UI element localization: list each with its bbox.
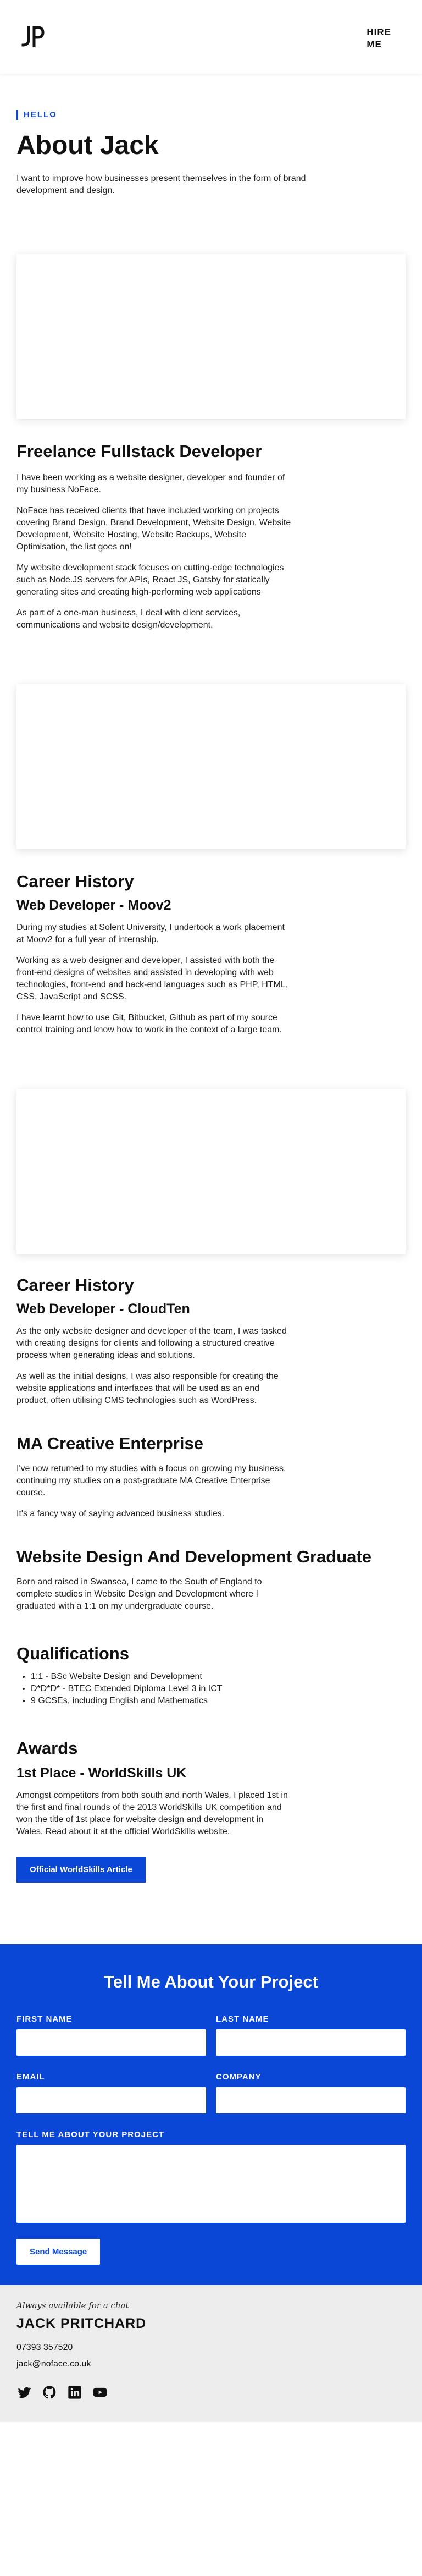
page-title: About Jack [16,131,159,160]
hire-label: HIRE [367,27,391,37]
image-card-2 [16,684,406,849]
qualifications-title: Qualifications [16,1644,129,1663]
ma-p2: It's a fancy way of saying advanced busi… [16,1509,225,1518]
hire-me-link[interactable]: HIRE ME [367,26,391,51]
name-row: FIRST NAME LAST NAME [16,2014,406,2056]
freelance-p3: My website development stack focuses on … [16,563,284,597]
site-footer: Always available for a chat JACK PRITCHA… [0,2285,422,2422]
email-row: EMAIL COMPANY [16,2072,406,2113]
graduate-title: Website Design And Development Graduate [16,1547,371,1566]
hello-eyebrow: HELLO [16,110,406,120]
qualification-item: 9 GCSEs, including English and Mathemati… [31,1695,406,1707]
jp-logo[interactable] [20,25,45,48]
role-moov2: Web Developer - Moov2 [16,898,171,913]
github-icon[interactable] [42,2385,57,2400]
moov2-p2: Working as a web designer and developer,… [16,956,288,1001]
intro-text: I want to improve how businesses present… [16,174,306,195]
freelance-p4: As part of a one-man business, I deal wi… [16,608,241,630]
youtube-icon[interactable] [92,2385,108,2400]
freelance-section: Freelance Fullstack Developer I have bee… [16,441,406,631]
company-input[interactable] [216,2087,406,2113]
first-name-input[interactable] [16,2029,206,2056]
career-title-1: Career History [16,872,134,891]
qualifications-list: 1:1 - BSc Website Design and Development… [16,1671,406,1707]
linkedin-icon[interactable] [67,2385,82,2400]
last-name-field: LAST NAME [216,2014,406,2056]
image-card-3 [16,1089,406,1254]
footer-phone[interactable]: 07393 357520 [16,2343,406,2353]
email-field: EMAIL [16,2072,206,2113]
graduate-section: Website Design And Development Graduate … [16,1546,406,1612]
worldskills-article-button[interactable]: Official WorldSkills Article [16,1857,146,1883]
last-name-label: LAST NAME [216,2014,269,2024]
moov2-p3: I have learnt how to use Git, Bitbucket,… [16,1013,282,1034]
qualification-item: 1:1 - BSc Website Design and Development [31,1671,406,1683]
career-cloudten-section: Career History Web Developer - CloudTen … [16,1275,406,1407]
social-links [16,2385,406,2400]
career-title-2: Career History [16,1275,134,1295]
role-cloudten: Web Developer - CloudTen [16,1301,190,1317]
company-label: COMPANY [216,2072,262,2082]
awards-section: Awards 1st Place - WorldSkills UK Amongs… [16,1738,406,1883]
qualifications-section: Qualifications 1:1 - BSc Website Design … [16,1643,406,1707]
send-message-button[interactable]: Send Message [16,2239,101,2265]
message-label: TELL ME ABOUT YOUR PROJECT [16,2130,165,2139]
me-label: ME [367,39,382,49]
career-moov2-section: Career History Web Developer - Moov2 Dur… [16,871,406,1036]
contact-section: Tell Me About Your Project FIRST NAME LA… [0,1944,422,2285]
first-name-label: FIRST NAME [16,2014,73,2024]
company-field: COMPANY [216,2072,406,2113]
first-name-field: FIRST NAME [16,2014,206,2056]
contact-title: Tell Me About Your Project [104,1972,318,1991]
message-textarea[interactable] [16,2145,406,2223]
graduate-p1: Born and raised in Swansea, I came to th… [16,1577,262,1611]
footer-name: JACK PRITCHARD [16,2316,147,2331]
availability-text: Always available for a chat [16,2300,129,2310]
ma-p1: I've now returned to my studies with a f… [16,1464,286,1498]
qualification-item: D*D*D* - BTEC Extended Diploma Level 3 i… [31,1683,406,1695]
message-field: TELL ME ABOUT YOUR PROJECT [16,2130,406,2226]
award-name: 1st Place - WorldSkills UK [16,1765,187,1781]
freelance-p2: NoFace has received clients that have in… [16,506,291,552]
freelance-p1: I have been working as a website designe… [16,473,285,494]
twitter-icon[interactable] [16,2385,32,2400]
ma-section: MA Creative Enterprise I've now returned… [16,1433,406,1520]
site-header: HIRE ME [0,0,422,74]
ma-title: MA Creative Enterprise [16,1434,203,1453]
awards-title: Awards [16,1738,78,1758]
email-label: EMAIL [16,2072,45,2082]
cloudten-p2: As well as the initial designs, I was al… [16,1372,279,1405]
cloudten-p1: As the only website designer and develop… [16,1326,287,1360]
last-name-input[interactable] [216,2029,406,2056]
image-card-1 [16,254,406,419]
footer-email[interactable]: jack@noface.co.uk [16,2359,406,2369]
email-input[interactable] [16,2087,206,2113]
award-p1: Amongst competitors from both south and … [16,1791,288,1836]
freelance-title: Freelance Fullstack Developer [16,442,262,461]
moov2-p1: During my studies at Solent University, … [16,923,285,944]
